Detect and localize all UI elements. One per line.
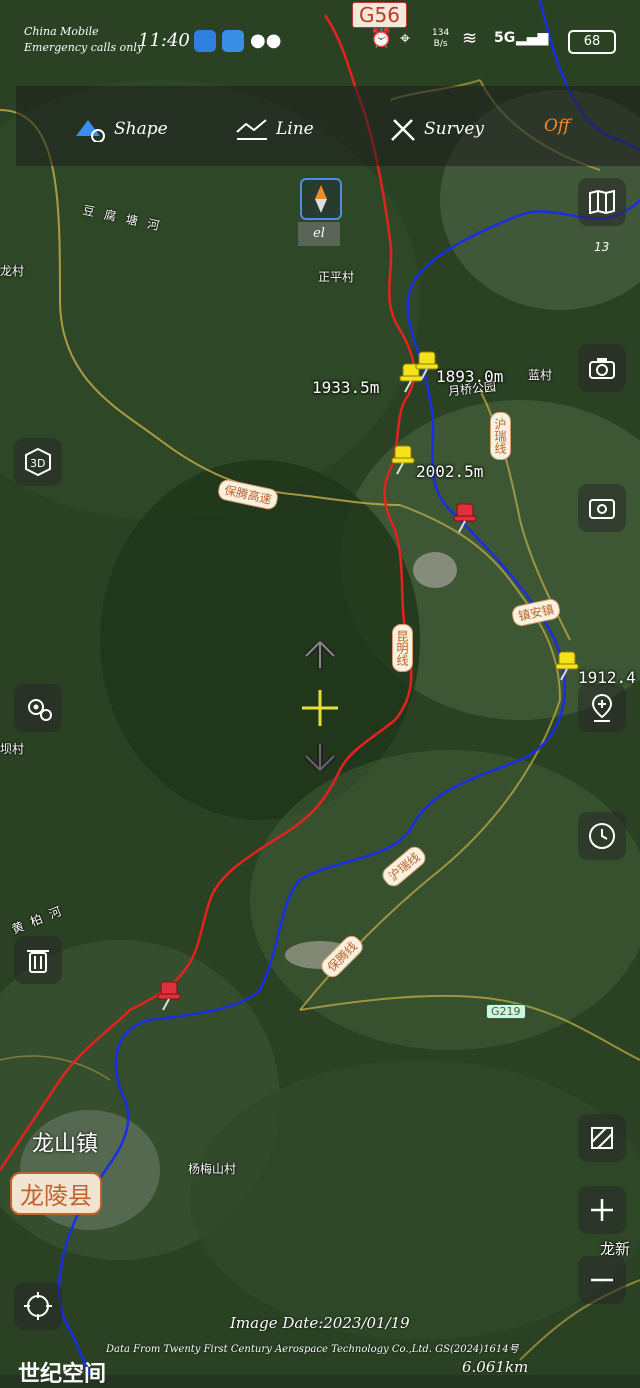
zoom-in-button[interactable] bbox=[578, 1186, 626, 1234]
village-label-zhengping: 正平村 bbox=[318, 270, 355, 284]
3d-view-button[interactable]: 3D bbox=[14, 438, 62, 486]
town-label-longshan: 龙山镇 bbox=[32, 1132, 99, 1157]
arrow-down-icon bbox=[303, 744, 337, 773]
county-label-longling: 龙陵县 bbox=[10, 1172, 102, 1215]
history-button[interactable] bbox=[578, 812, 626, 860]
wechat-icon: ●● bbox=[250, 30, 282, 51]
road-tag-hurui: 沪瑞线 bbox=[490, 412, 511, 460]
image-date: Image Date:2023/01/19 bbox=[230, 1314, 410, 1332]
location-pin-icon bbox=[591, 693, 613, 722]
pushpin-icon bbox=[157, 981, 181, 1011]
data-credit: Data From Twenty First Century Aerospace… bbox=[106, 1344, 519, 1355]
my-location-button[interactable] bbox=[14, 1282, 62, 1330]
toggle-label: Off bbox=[544, 116, 570, 136]
net-speed: 134 B/s bbox=[432, 28, 450, 49]
pushpin-icon bbox=[555, 651, 579, 681]
alarm-icon: ⏰ bbox=[370, 28, 393, 49]
trash-icon bbox=[27, 950, 49, 973]
svg-text:3D: 3D bbox=[30, 457, 45, 470]
zoom-out-button[interactable] bbox=[578, 1256, 626, 1304]
minus-icon bbox=[591, 1278, 613, 1282]
survey-tool-button[interactable]: Survey bbox=[388, 116, 484, 142]
plus-icon bbox=[591, 1199, 613, 1221]
tool-bar: Shape Line Survey Off bbox=[16, 86, 640, 166]
screenshot-button[interactable] bbox=[578, 344, 626, 392]
carrier-name: China Mobile bbox=[24, 25, 99, 38]
line-label: Line bbox=[276, 119, 314, 139]
pushpin-icon bbox=[453, 503, 477, 533]
road-tag-mid: 昆明线 bbox=[392, 624, 413, 672]
shape-label: Shape bbox=[114, 119, 168, 139]
book-map-icon bbox=[589, 190, 615, 214]
status-time: 11:40 bbox=[138, 30, 190, 51]
scale-bar-label: 6.061km bbox=[462, 1358, 529, 1376]
app-notification-icon-2 bbox=[222, 30, 244, 52]
compass-button[interactable] bbox=[300, 178, 342, 220]
location-gear-icon bbox=[28, 699, 52, 721]
arrow-up-icon bbox=[304, 640, 336, 668]
shape-icon bbox=[76, 120, 105, 142]
clock-icon bbox=[589, 823, 615, 849]
signal-icon: ▂▄▆ bbox=[516, 30, 549, 46]
camera-switch-icon bbox=[589, 499, 615, 519]
line-icon bbox=[236, 119, 267, 140]
emergency-text: Emergency calls only bbox=[24, 41, 144, 54]
network-type: 5G bbox=[494, 30, 516, 46]
elevation-label-pin2: 1893.0m bbox=[436, 367, 504, 386]
village-label-yangmei: 杨梅山村 bbox=[188, 1162, 237, 1176]
status-bar: China Mobile Emergency calls only 11:40 … bbox=[0, 0, 640, 80]
line-tool-button[interactable]: Line bbox=[234, 116, 314, 142]
wifi-icon: ≋ bbox=[462, 28, 478, 49]
survey-label: Survey bbox=[424, 119, 484, 139]
flip-camera-button[interactable] bbox=[578, 484, 626, 532]
map-grid-icon bbox=[591, 1127, 613, 1149]
app-notification-icon bbox=[194, 30, 216, 52]
camera-icon bbox=[589, 358, 615, 379]
delete-button[interactable] bbox=[14, 936, 62, 984]
highway-shield-g219: G219 bbox=[486, 1004, 526, 1019]
cube-3d-icon: 3D bbox=[25, 447, 51, 477]
elevation-label-pin3: 2002.5m bbox=[416, 462, 484, 481]
battery-indicator: 68 bbox=[568, 30, 616, 54]
side-scale-label: 13 bbox=[594, 240, 610, 254]
map-layers-button[interactable] bbox=[578, 178, 626, 226]
map-style-button[interactable] bbox=[578, 1114, 626, 1162]
toggle-off-button[interactable]: Off bbox=[544, 116, 570, 136]
target-icon bbox=[24, 1292, 52, 1320]
carrier-info: China Mobile Emergency calls only bbox=[24, 24, 143, 56]
elevation-label-pin1: 1933.5m bbox=[312, 378, 380, 397]
provider-logo: 世纪空间 bbox=[18, 1362, 107, 1387]
location-settings-button[interactable] bbox=[14, 684, 62, 732]
compass-needle-icon bbox=[315, 185, 327, 213]
location-icon: ⌖ bbox=[400, 28, 411, 49]
add-location-button[interactable] bbox=[578, 684, 626, 732]
compass-elevation-label: el bbox=[298, 222, 340, 246]
village-label-left-mid: 坝村 bbox=[0, 742, 25, 756]
village-label-right-top: 蓝村 bbox=[528, 368, 553, 382]
village-label-left-top: 龙村 bbox=[0, 264, 25, 278]
pushpin-icon bbox=[391, 445, 415, 475]
shape-tool-button[interactable]: Shape bbox=[72, 116, 168, 142]
ruler-icon bbox=[391, 119, 415, 141]
